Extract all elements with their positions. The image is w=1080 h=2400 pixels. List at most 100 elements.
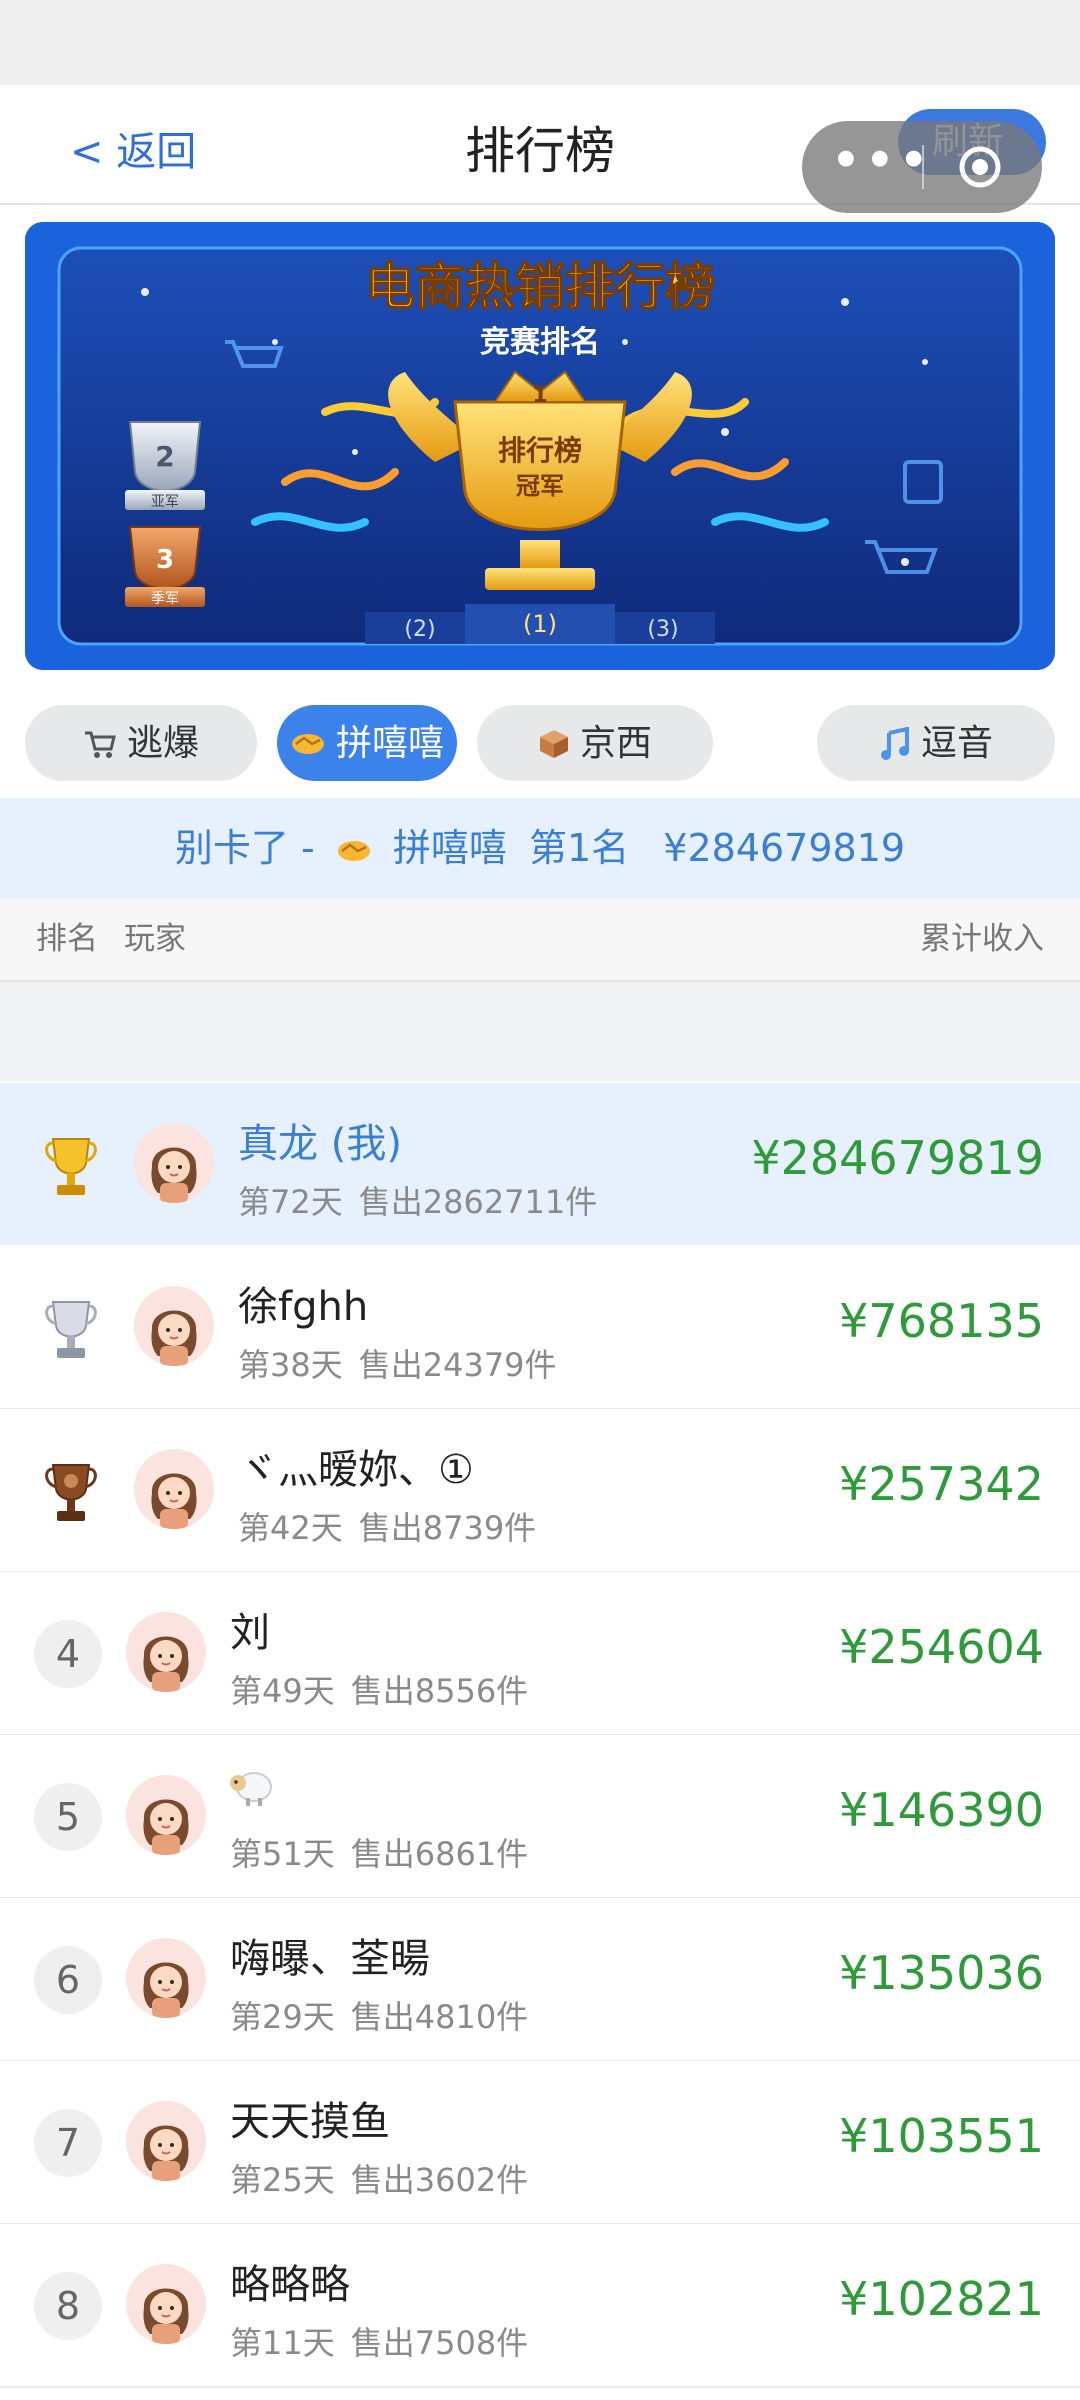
svg-text:2: 2: [155, 440, 174, 473]
handshake-icon: [291, 734, 324, 754]
gold-trophy-icon: [45, 1138, 97, 1195]
tab-label: 拼嘻嘻: [335, 723, 444, 764]
avatar: [134, 1449, 214, 1529]
table-row[interactable]: 徐fghh 第38天 售出24379件 ¥768135: [0, 1246, 1080, 1410]
player-income: ¥257342: [839, 1457, 1044, 1511]
player-name: ヾ灬暧妳、①: [238, 1447, 474, 1493]
notice-platform: 拼嘻嘻: [392, 826, 507, 870]
header-income: 累计收入: [920, 921, 1044, 957]
player-meta: 第72天 售出2862711件: [238, 1177, 597, 1223]
player-sold: 售出24379件: [358, 1346, 557, 1384]
status-bar: [0, 0, 1080, 85]
tab-label: 京西: [579, 723, 652, 764]
player-day: 第38天: [238, 1346, 343, 1384]
player-meta: 第49天 售出8556件: [230, 1666, 528, 1712]
player-name: 天天摸鱼: [230, 2099, 390, 2145]
player-income: ¥284679819: [751, 1131, 1044, 1185]
silver-trophy-icon: [45, 1301, 97, 1358]
more-icon[interactable]: •••: [830, 121, 930, 213]
player-day: 第51天: [230, 1835, 335, 1873]
player-day: 第11天: [230, 2324, 335, 2362]
notice-rank: 第1名: [529, 826, 630, 870]
player-day: 第29天: [230, 1998, 335, 2036]
table-row[interactable]: 7 天天摸鱼 第25天 售出3602件 ¥103551: [0, 2061, 1080, 2225]
capsule-divider: [922, 145, 924, 189]
miniprogram-capsule: •••: [802, 121, 1042, 213]
player-income: ¥768135: [839, 1294, 1044, 1348]
avatar: [134, 1286, 214, 1366]
table-row[interactable]: 6 嗨曝、荃暘 第29天 售出4810件 ¥135036: [0, 1898, 1080, 2062]
rank-number: 8: [34, 2272, 102, 2340]
player-day: 第49天: [230, 1672, 335, 1710]
second-place-label: 亚军: [151, 494, 179, 510]
notice-amount: ¥284679819: [663, 826, 906, 870]
table-row[interactable]: 4 刘 第49天 售出8556件 ¥254604: [0, 1572, 1080, 1736]
platform-tabs: 逃爆 拼嘻嘻 京西 逗音: [25, 705, 1055, 781]
list-spacer: [0, 982, 1080, 1082]
player-meta: 第51天 售出6861件: [230, 1829, 528, 1875]
avatar: [126, 1612, 206, 1692]
rank-number: 7: [34, 2109, 102, 2177]
music-note-icon: [880, 727, 909, 760]
cup-text-line2: 冠军: [516, 472, 564, 500]
player-meta: 第42天 售出8739件: [238, 1503, 536, 1549]
player-meta: 第38天 售出24379件: [238, 1340, 557, 1386]
player-sold: 售出3602件: [350, 2161, 529, 2199]
player-income: ¥146390: [839, 1783, 1044, 1837]
third-place-label: 季军: [151, 591, 179, 607]
cup-text-line1: 排行榜: [498, 434, 582, 467]
player-sold: 售出2862711件: [358, 1183, 598, 1221]
player-sold: 售出8739件: [358, 1509, 537, 1547]
player-name: 略略略: [230, 2262, 350, 2308]
player-meta: 第25天 售出3602件: [230, 2155, 528, 2201]
rank-number: 6: [34, 1946, 102, 2014]
player-sold: 售出6861件: [350, 1835, 529, 1873]
header-player: 玩家: [124, 921, 186, 957]
table-row[interactable]: 5 第51天 售出6861件 ¥146390: [0, 1735, 1080, 1899]
ranking-banner: 电商热销排行榜 竞赛排名 1 排行榜 冠军 (2) (1) (3) 2 亚军 3…: [25, 222, 1055, 670]
player-sold: 售出4810件: [350, 1998, 529, 2036]
player-sold: 售出8556件: [350, 1672, 529, 1710]
tab-taobao[interactable]: 逃爆: [25, 705, 257, 781]
avatar: [126, 1938, 206, 2018]
avatar: [126, 2101, 206, 2181]
nav-bar: < 返回 排行榜 刷新 •••: [0, 85, 1080, 213]
table-row[interactable]: ヾ灬暧妳、① 第42天 售出8739件 ¥257342: [0, 1409, 1080, 1573]
table-row[interactable]: 8 略略略 第11天 售出7508件 ¥102821: [0, 2224, 1080, 2388]
handshake-icon: [337, 840, 370, 861]
tab-douyin[interactable]: 逗音: [817, 705, 1055, 781]
podium-second: (2): [404, 617, 435, 642]
tab-label: 逃爆: [126, 723, 199, 764]
avatar: [126, 2264, 206, 2344]
rank-number: 4: [34, 1620, 102, 1688]
player-day: 第72天: [238, 1183, 343, 1221]
table-row[interactable]: 真龙 (我) 第72天 售出2862711件 ¥284679819: [0, 1083, 1080, 1245]
player-name: 真龙 (我): [238, 1121, 402, 1167]
player-day: 第42天: [238, 1509, 343, 1547]
player-sold: 售出7508件: [350, 2324, 529, 2362]
player-meta: 第29天 售出4810件: [230, 1992, 528, 2038]
svg-text:3: 3: [156, 545, 174, 575]
table-header: 排名 玩家 累计收入: [0, 898, 1080, 982]
podium-first: (1): [523, 610, 557, 638]
cart-icon: [84, 731, 116, 758]
notice-prefix: 别卡了 -: [174, 826, 315, 870]
avatar: [134, 1123, 214, 1203]
cup-number: 1: [532, 383, 547, 408]
player-income: ¥135036: [839, 1946, 1044, 2000]
banner-subtitle: 竞赛排名: [480, 325, 600, 360]
tab-label: 逗音: [920, 723, 993, 764]
player-name: 嗨曝、荃暘: [230, 1936, 430, 1982]
player-income: ¥103551: [839, 2109, 1044, 2163]
player-income: ¥102821: [839, 2272, 1044, 2326]
banner-title: 电商热销排行榜: [365, 258, 715, 316]
header-rank: 排名: [36, 921, 98, 957]
bronze-trophy-icon: [45, 1464, 97, 1521]
sheep-icon: [230, 1772, 272, 1806]
tab-pinxixi[interactable]: 拼嘻嘻: [277, 705, 457, 781]
close-target-icon[interactable]: [958, 145, 1002, 189]
player-income: ¥254604: [839, 1620, 1044, 1674]
tab-jingxi[interactable]: 京西: [477, 705, 713, 781]
player-name: 徐fghh: [238, 1284, 369, 1330]
player-day: 第25天: [230, 2161, 335, 2199]
